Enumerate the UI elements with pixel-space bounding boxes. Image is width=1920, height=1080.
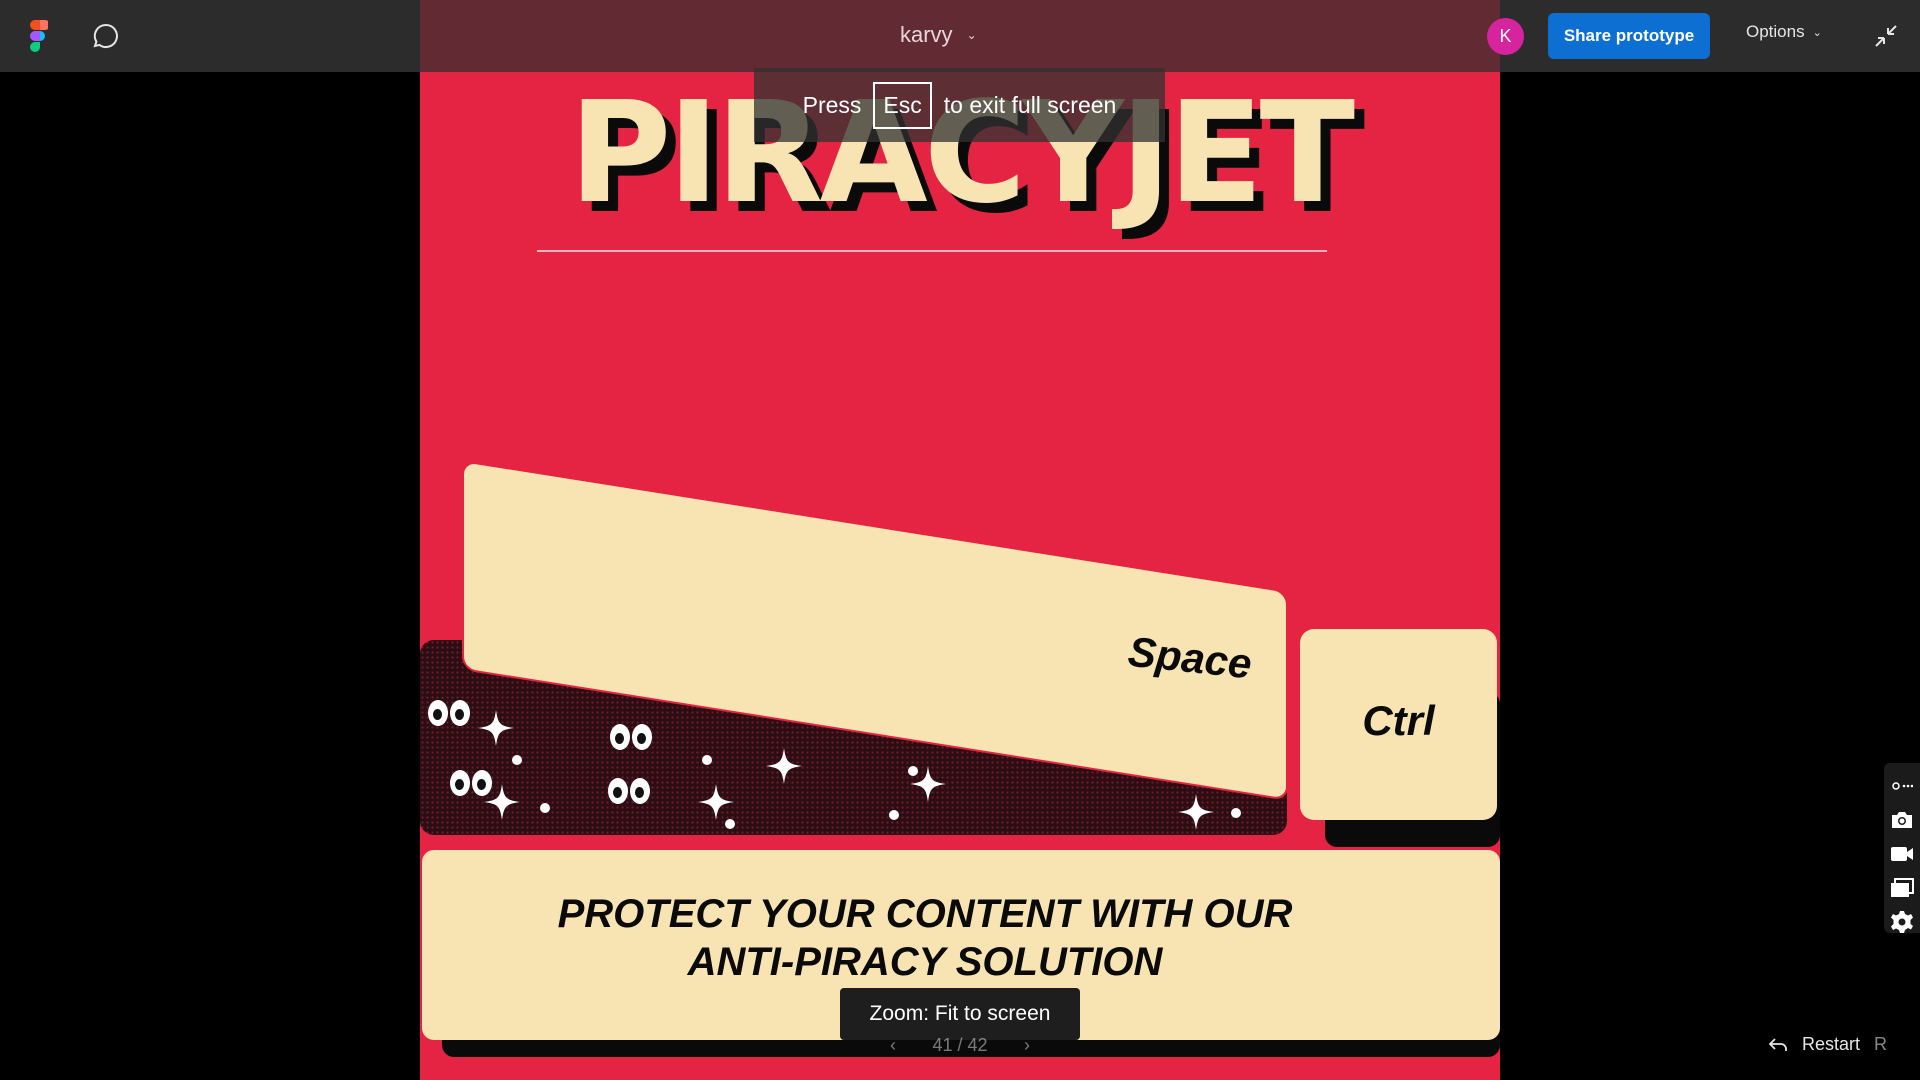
options-label: Options xyxy=(1746,22,1805,41)
layers-icon[interactable] xyxy=(1884,871,1920,905)
restart-arrow-icon xyxy=(1768,1037,1787,1051)
file-name: karvy xyxy=(900,22,953,47)
video-camera-icon[interactable] xyxy=(1884,837,1920,871)
avatar[interactable]: K xyxy=(1487,18,1524,55)
gear-icon[interactable] xyxy=(1884,905,1920,939)
file-name-dropdown[interactable]: karvy ⌄ xyxy=(900,22,977,48)
restart-label: Restart xyxy=(1802,1034,1861,1054)
chevron-down-icon: ⌄ xyxy=(966,28,977,42)
chevron-down-icon: ⌄ xyxy=(1812,26,1822,39)
tagline-line-1: PROTECT YOUR CONTENT WITH OUR xyxy=(557,892,1293,936)
esc-keycap: Esc xyxy=(873,81,932,129)
tagline-line-2: ANTI-PIRACY SOLUTION xyxy=(687,940,1163,984)
zoom-tooltip: Zoom: Fit to screen xyxy=(840,988,1080,1040)
esc-toast-suffix: to exit full screen xyxy=(943,91,1117,118)
settings-small-icon[interactable] xyxy=(1884,769,1920,803)
camera-icon[interactable] xyxy=(1884,803,1920,837)
restart-button[interactable]: Restart R xyxy=(1768,1034,1887,1055)
esc-toast-prefix: Press xyxy=(802,91,862,118)
prototype-slide[interactable]: PIRACYJET Space Ctrl PROTECT YOUR CONTEN… xyxy=(420,72,1500,1080)
page-indicator: 41 / 42 xyxy=(932,1034,988,1055)
top-bar: karvy ⌄ K Share prototype Options ⌄ xyxy=(0,0,1920,72)
share-prototype-button[interactable]: Share prototype xyxy=(1548,13,1710,59)
options-menu-button[interactable]: Options ⌄ xyxy=(1746,22,1822,42)
slide-pager: ‹ 41 / 42 › xyxy=(890,1034,1030,1056)
comment-icon[interactable] xyxy=(92,22,120,50)
ctrl-key-label: Ctrl xyxy=(1362,697,1435,744)
side-tool-panel xyxy=(1884,763,1920,933)
title-divider xyxy=(537,250,1327,252)
chevron-left-icon[interactable]: ‹ xyxy=(890,1035,896,1056)
restart-shortcut: R xyxy=(1874,1034,1888,1054)
avatar-initial: K xyxy=(1499,26,1512,46)
figma-logo-icon[interactable] xyxy=(24,20,48,52)
collapse-fullscreen-icon[interactable] xyxy=(1872,22,1900,50)
ctrl-key: Ctrl xyxy=(1300,629,1497,820)
tagline: PROTECT YOUR CONTENT WITH OUR ANTI-PIRAC… xyxy=(420,890,1430,986)
exit-fullscreen-toast: Press Esc to exit full screen xyxy=(754,68,1165,142)
chevron-right-icon[interactable]: › xyxy=(1024,1035,1030,1056)
